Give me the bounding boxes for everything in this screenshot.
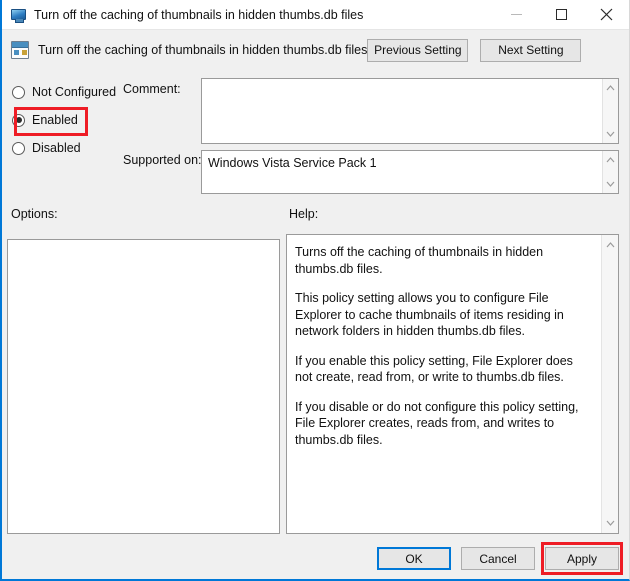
window-controls <box>494 0 629 29</box>
chevron-up-icon[interactable] <box>603 81 619 95</box>
setting-title: Turn off the caching of thumbnails in hi… <box>38 43 368 57</box>
radio-enabled[interactable]: Enabled <box>12 109 122 131</box>
ok-button[interactable]: OK <box>377 547 451 570</box>
help-scrollbar[interactable] <box>601 235 618 533</box>
help-pane: Turns off the caching of thumbnails in h… <box>286 234 619 534</box>
setting-navigation: Previous Setting Next Setting <box>367 38 582 62</box>
comment-label: Comment: <box>123 82 181 96</box>
supported-on-value: Windows Vista Service Pack 1 <box>208 156 377 170</box>
radio-label-enabled: Enabled <box>32 113 78 127</box>
radio-disabled[interactable]: Disabled <box>12 137 122 159</box>
cancel-button[interactable]: Cancel <box>461 547 535 570</box>
apply-button-wrapper: Apply <box>541 542 623 575</box>
maximize-icon[interactable] <box>539 0 584 29</box>
apply-button[interactable]: Apply <box>545 547 619 570</box>
dialog-actions: OK Cancel Apply <box>377 542 623 575</box>
chevron-down-icon[interactable] <box>603 127 619 141</box>
close-icon[interactable] <box>584 0 629 29</box>
setting-header: Turn off the caching of thumbnails in hi… <box>2 30 629 70</box>
minimize-icon[interactable] <box>494 0 539 29</box>
chevron-up-icon[interactable] <box>603 153 619 167</box>
window-title: Turn off the caching of thumbnails in hi… <box>34 7 364 22</box>
next-setting-button[interactable]: Next Setting <box>480 38 582 62</box>
policy-setting-dialog: Turn off the caching of thumbnails in hi… <box>0 0 630 581</box>
help-paragraph: Turns off the caching of thumbnails in h… <box>295 245 544 276</box>
options-label: Options: <box>11 207 58 221</box>
computer-monitor-icon <box>10 7 26 23</box>
options-content <box>8 240 279 250</box>
comment-scrollbar[interactable] <box>602 79 618 143</box>
supported-on-scrollbar[interactable] <box>602 151 618 193</box>
comment-input[interactable] <box>202 79 602 143</box>
help-label: Help: <box>289 207 319 221</box>
state-radio-group: Not Configured Enabled Disabled <box>12 81 122 165</box>
supported-on-field: Windows Vista Service Pack 1 <box>201 150 619 194</box>
chevron-down-icon[interactable] <box>603 177 619 191</box>
dialog-footer: OK Cancel Apply <box>2 540 629 579</box>
radio-not-configured[interactable]: Not Configured <box>12 81 122 103</box>
help-text: Turns off the caching of thumbnails in h… <box>287 235 601 533</box>
radio-mark-icon <box>12 113 25 127</box>
setting-form: Not Configured Enabled Disabled Comment: <box>2 70 629 200</box>
radio-label-not-configured: Not Configured <box>32 85 117 99</box>
title-bar: Turn off the caching of thumbnails in hi… <box>2 0 629 30</box>
help-paragraph: If you enable this policy setting, File … <box>295 353 573 385</box>
supported-on-label: Supported on: <box>123 153 202 167</box>
help-paragraph: This policy setting allows you to config… <box>295 291 564 338</box>
radio-mark-icon <box>12 141 25 155</box>
chevron-up-icon[interactable] <box>602 238 618 252</box>
options-pane[interactable] <box>7 239 280 534</box>
chevron-down-icon[interactable] <box>602 516 618 530</box>
help-paragraph: If you disable or do not configure this … <box>295 399 579 447</box>
group-policy-setting-icon <box>11 41 29 59</box>
previous-setting-button[interactable]: Previous Setting <box>367 38 469 62</box>
radio-mark-icon <box>12 85 25 99</box>
comment-field[interactable] <box>201 78 619 144</box>
radio-label-disabled: Disabled <box>32 141 81 155</box>
